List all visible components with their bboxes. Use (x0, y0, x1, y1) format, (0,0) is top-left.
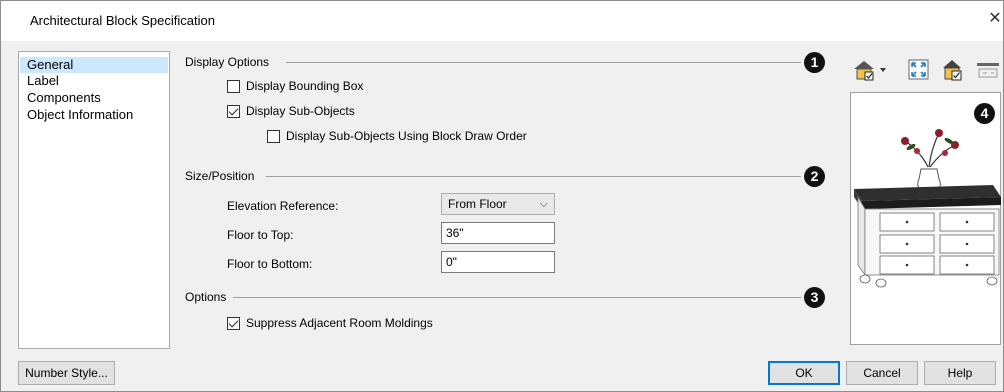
floor-to-top-label: Floor to Top: (227, 228, 294, 242)
list-item-components[interactable]: Components (20, 90, 168, 106)
display-options-heading: Display Options (185, 55, 270, 69)
number-style-button[interactable]: Number Style... (18, 361, 115, 385)
display-bounding-box-label: Display Bounding Box (246, 79, 364, 93)
floor-to-bottom-label: Floor to Bottom: (227, 257, 313, 271)
cancel-button[interactable]: Cancel (846, 361, 918, 385)
block-draw-order-label: Display Sub-Objects Using Block Draw Ord… (286, 129, 527, 143)
display-options-divider (286, 62, 801, 63)
fill-window-button[interactable] (904, 57, 934, 83)
size-position-divider (266, 176, 801, 177)
elevation-reference-value: From Floor (448, 197, 507, 211)
options-heading: Options (185, 290, 227, 304)
category-list: General Label Components Object Informat… (18, 51, 170, 349)
display-sub-objects-row[interactable]: Display Sub-Objects (227, 103, 355, 119)
reset-view-button[interactable] (973, 57, 1003, 83)
object-preview[interactable]: 4 (850, 92, 1001, 345)
ok-button[interactable]: OK (768, 361, 840, 385)
size-position-heading: Size/Position (185, 169, 255, 183)
callout-badge-1: 1 (804, 52, 825, 73)
options-divider (233, 297, 801, 298)
close-icon[interactable]: ✕ (987, 9, 1003, 29)
callout-badge-3: 3 (804, 287, 825, 308)
view-options-dropdown-button[interactable] (850, 57, 890, 83)
suppress-moldings-checkbox[interactable] (227, 316, 240, 330)
display-sub-objects-label: Display Sub-Objects (246, 104, 355, 118)
camera-view-button[interactable] (938, 57, 968, 83)
block-draw-order-checkbox[interactable] (267, 129, 280, 143)
elevation-reference-label: Elevation Reference: (227, 199, 339, 213)
chevron-down-icon: ⌵ (539, 198, 548, 210)
suppress-moldings-row[interactable]: Suppress Adjacent Room Moldings (227, 315, 433, 331)
expand-icon (908, 59, 929, 80)
help-button[interactable]: Help (924, 361, 996, 385)
dresser-preview-image (854, 129, 1001, 288)
callout-badge-2: 2 (804, 166, 825, 187)
window-title: Architectural Block Specification (30, 13, 215, 28)
title-bar: Architectural Block Specification ✕ (1, 1, 1003, 41)
reset-icon (977, 63, 999, 78)
list-item-object-information[interactable]: Object Information (20, 107, 168, 123)
list-item-general[interactable]: General (20, 57, 168, 73)
architectural-block-dialog: Architectural Block Specification ✕ Gene… (0, 0, 1004, 392)
floor-to-top-input[interactable]: 36" (441, 222, 555, 244)
suppress-moldings-label: Suppress Adjacent Room Moldings (246, 316, 433, 330)
display-sub-objects-checkbox[interactable] (227, 104, 240, 118)
elevation-reference-select[interactable]: From Floor ⌵ (441, 193, 555, 215)
floor-to-bottom-input[interactable]: 0" (441, 251, 555, 273)
house-check-icon (943, 60, 962, 81)
display-bounding-box-row[interactable]: Display Bounding Box (227, 78, 363, 94)
list-item-label[interactable]: Label (20, 73, 168, 89)
block-draw-order-row[interactable]: Display Sub-Objects Using Block Draw Ord… (267, 128, 527, 144)
house-icon (854, 61, 886, 81)
display-bounding-box-checkbox[interactable] (227, 79, 240, 93)
